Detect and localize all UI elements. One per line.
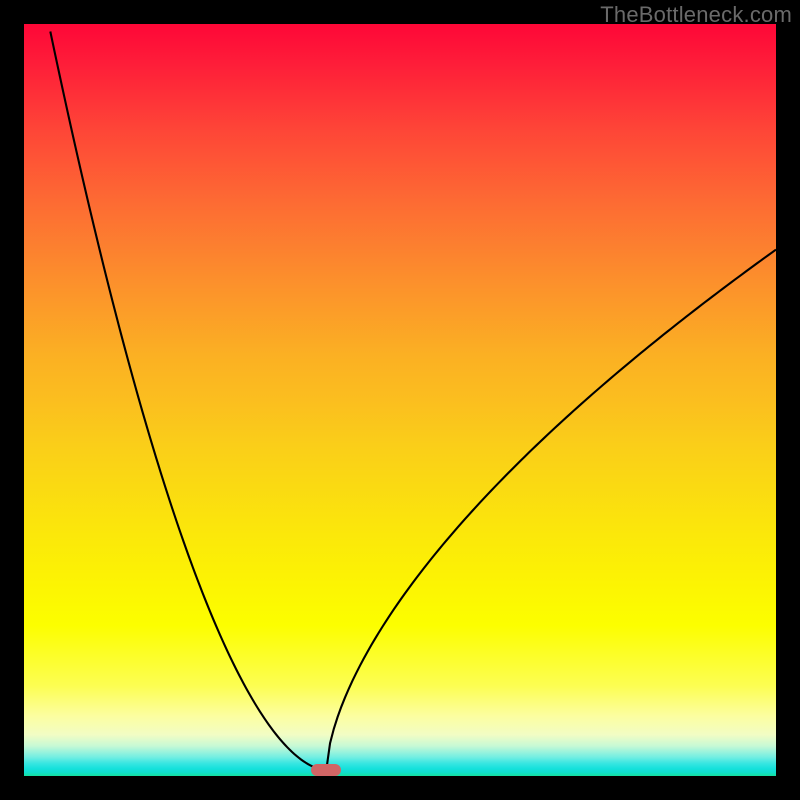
left-branch-curve [50,32,326,770]
right-branch-curve [326,250,776,770]
plot-area [24,24,776,776]
chart-svg [24,24,776,776]
watermark-text: TheBottleneck.com [600,2,792,28]
minimum-marker [311,764,341,776]
